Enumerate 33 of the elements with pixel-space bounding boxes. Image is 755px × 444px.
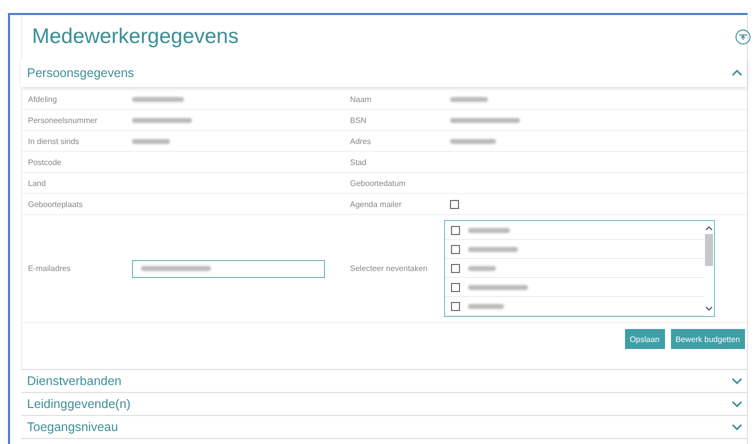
checkbox[interactable] — [451, 282, 460, 292]
upload-icon — [735, 29, 751, 45]
field-label: Geboortedatum — [349, 178, 407, 188]
field-label: Personeelsnummer — [27, 116, 98, 124]
chevron-up-icon — [731, 69, 743, 77]
action-button[interactable]: Opslaan — [624, 329, 664, 349]
field-label: E-mailadres — [27, 264, 72, 273]
email-field[interactable] — [132, 260, 325, 278]
checkbox[interactable] — [451, 226, 460, 234]
chevron-down-icon — [731, 400, 743, 408]
field-label: Selecteer neventaken — [349, 264, 428, 273]
chevron-down-icon — [731, 377, 743, 385]
field-label: Geboorteplaats — [27, 200, 84, 208]
checkbox[interactable] — [451, 302, 460, 310]
field-label: Adres — [349, 136, 372, 146]
scroll-down-icon — [705, 306, 713, 312]
section-header[interactable]: Persoonsgegevens — [21, 59, 747, 87]
field-label: BSN — [349, 116, 368, 124]
checkbox[interactable] — [450, 200, 459, 208]
page-title: Medewerkergegevens — [32, 25, 239, 49]
action-button[interactable]: Bewerk budgetten — [670, 329, 745, 349]
field-label: Land — [27, 178, 47, 188]
field-label: Afdeling — [27, 94, 58, 104]
field-label: In dienst sinds — [27, 136, 80, 146]
scrollbar-thumb[interactable] — [705, 234, 713, 266]
field-label: Postcode — [27, 158, 62, 166]
field-label: Agenda mailer — [349, 200, 403, 208]
checkbox[interactable] — [451, 264, 460, 272]
scroll-up-icon — [705, 225, 713, 231]
chevron-down-icon — [731, 423, 743, 431]
field-label: Stad — [349, 158, 368, 166]
checkbox[interactable] — [451, 244, 460, 254]
field-label: Naam — [349, 94, 372, 104]
